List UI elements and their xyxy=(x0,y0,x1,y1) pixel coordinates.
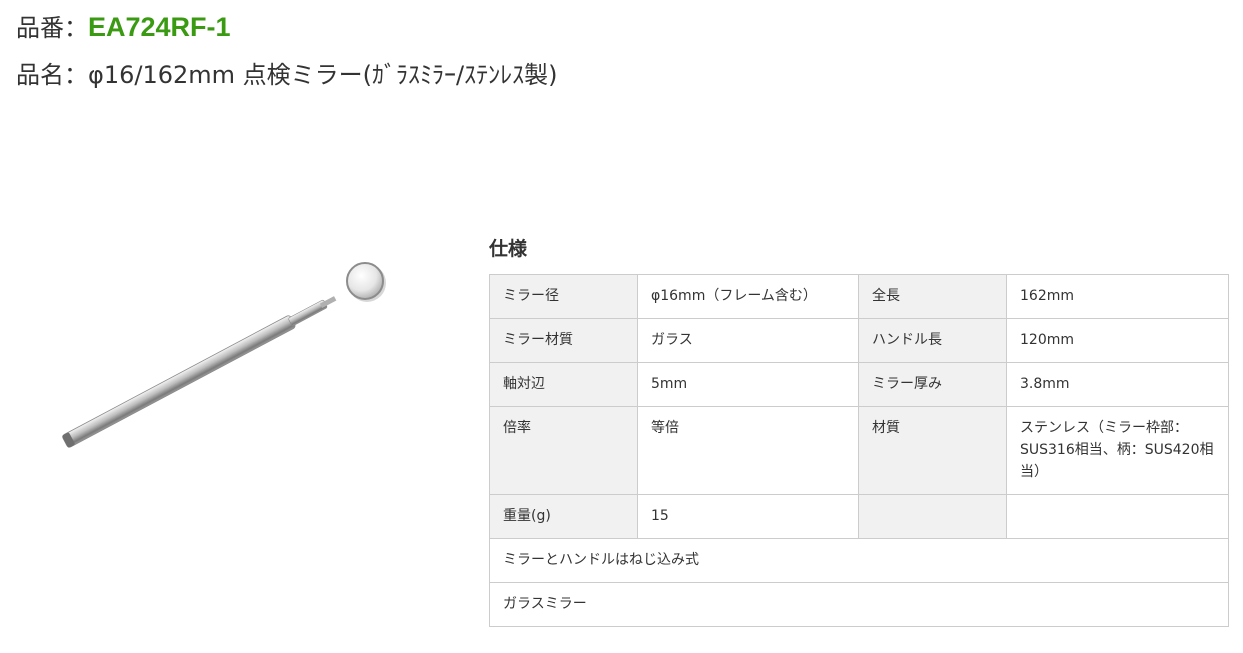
spec-value: 162mm xyxy=(1006,274,1229,319)
table-row: 軸対辺 5mm ミラー厚み 3.8mm xyxy=(489,362,1229,407)
spec-value: 3.8mm xyxy=(1006,362,1229,407)
product-name-label: 品名： xyxy=(16,61,88,89)
table-row: 倍率 等倍 材質 ステンレス（ミラー枠部：SUS316相当、柄：SUS420相当… xyxy=(489,406,1229,495)
spec-label: 倍率 xyxy=(489,406,638,495)
table-row: 重量(g) 15 xyxy=(489,494,1229,539)
spec-label: 全長 xyxy=(858,274,1007,319)
spec-value: 15 xyxy=(637,494,859,539)
spec-note: ミラーとハンドルはねじ込み式 xyxy=(489,538,1229,583)
spec-label: ミラー厚み xyxy=(858,362,1007,407)
spec-label: 材質 xyxy=(858,406,1007,495)
spec-label: ミラー材質 xyxy=(489,318,638,363)
product-name-line: 品名：φ16/162mm 点検ミラー(ｶﾞﾗｽﾐﾗｰ/ｽﾃﾝﾚｽ製) xyxy=(16,60,557,90)
spec-label: 重量(g) xyxy=(489,494,638,539)
spec-value: ガラス xyxy=(637,318,859,363)
spec-value: 5mm xyxy=(637,362,859,407)
product-code-line: 品番：EA724RF-1 xyxy=(16,12,231,43)
spec-label xyxy=(858,494,1007,539)
spec-table: ミラー径 φ16mm（フレーム含む） 全長 162mm ミラー材質 ガラス ハン… xyxy=(489,274,1229,627)
spec-label: 軸対辺 xyxy=(489,362,638,407)
table-row: ミラー径 φ16mm（フレーム含む） 全長 162mm xyxy=(489,274,1229,319)
spec-title: 仕様 xyxy=(489,238,528,260)
spec-label: ミラー径 xyxy=(489,274,638,319)
inspection-mirror-image xyxy=(45,250,405,470)
spec-value: 等倍 xyxy=(637,406,859,495)
product-name-value: φ16/162mm 点検ミラー(ｶﾞﾗｽﾐﾗｰ/ｽﾃﾝﾚｽ製) xyxy=(88,61,558,89)
spec-value: 120mm xyxy=(1006,318,1229,363)
spec-value xyxy=(1006,494,1229,539)
product-code-value: EA724RF-1 xyxy=(88,12,231,42)
table-row: ミラーとハンドルはねじ込み式 xyxy=(489,538,1229,583)
product-code-label: 品番： xyxy=(16,14,88,42)
spec-label: ハンドル長 xyxy=(858,318,1007,363)
spec-value: ステンレス（ミラー枠部：SUS316相当、柄：SUS420相当） xyxy=(1006,406,1229,495)
table-row: ガラスミラー xyxy=(489,582,1229,627)
table-row: ミラー材質 ガラス ハンドル長 120mm xyxy=(489,318,1229,363)
spec-value: φ16mm（フレーム含む） xyxy=(637,274,859,319)
spec-note: ガラスミラー xyxy=(489,582,1229,627)
